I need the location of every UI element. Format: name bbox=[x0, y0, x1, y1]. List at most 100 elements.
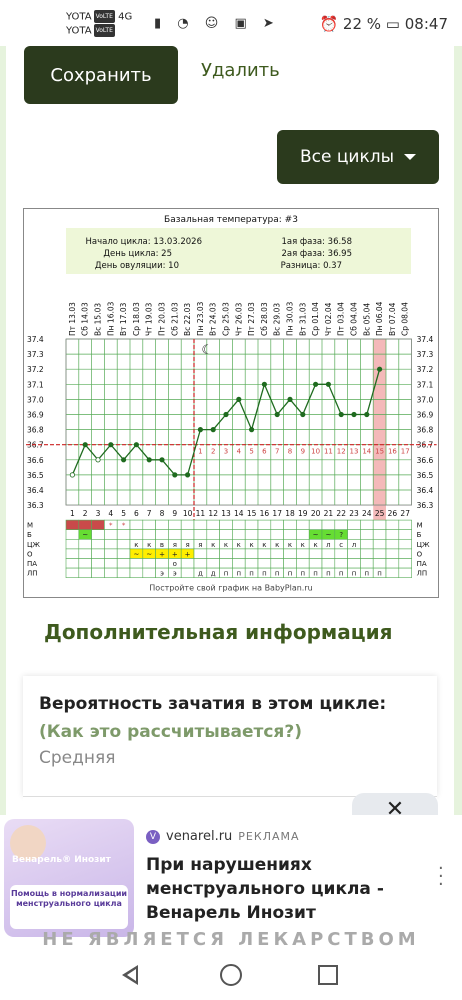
ad-image-brand: Венарель® Инозит bbox=[12, 855, 111, 865]
all-cycles-label: Все циклы bbox=[299, 147, 395, 167]
recent-apps-icon[interactable] bbox=[318, 965, 338, 985]
date-label: Сб 04.04 bbox=[350, 302, 359, 336]
ad-tag: РЕКЛАМА bbox=[238, 830, 300, 843]
table-cell bbox=[206, 548, 220, 559]
table-cell-value: к bbox=[262, 541, 266, 549]
table-cell bbox=[219, 519, 233, 531]
table-cell bbox=[219, 558, 233, 569]
volte-badge: VoLTE bbox=[93, 10, 115, 23]
table-cell bbox=[372, 529, 387, 540]
table-cell bbox=[180, 558, 195, 569]
table-cell bbox=[270, 558, 284, 569]
table-cell bbox=[372, 548, 387, 559]
day-number: 11 bbox=[196, 509, 206, 518]
table-cell bbox=[360, 558, 374, 569]
row-label-right: ЛП bbox=[417, 570, 428, 578]
table-cell-value: п bbox=[224, 570, 229, 578]
luteal-day-number: 13 bbox=[350, 448, 359, 456]
ad-headline[interactable]: При нарушениях менструального цикла - Ве… bbox=[146, 853, 416, 925]
ad-banner[interactable]: Венарель® Инозит Помощь в нормализации м… bbox=[0, 815, 462, 952]
table-cell-value: п bbox=[288, 570, 293, 578]
more-options-icon[interactable]: · · · bbox=[438, 860, 444, 894]
alarm-icon: ⏰ bbox=[319, 15, 339, 33]
temperature-point bbox=[312, 381, 319, 387]
delete-button[interactable]: Удалить bbox=[201, 60, 280, 81]
day-number: 4 bbox=[108, 509, 113, 518]
luteal-day-number: 15 bbox=[375, 448, 384, 456]
luteal-day-number: 8 bbox=[288, 448, 292, 456]
table-cell bbox=[360, 548, 374, 559]
row-label-right: О bbox=[417, 550, 423, 558]
day-number: 23 bbox=[349, 509, 359, 518]
table-cell bbox=[78, 519, 92, 531]
table-cell-value: * bbox=[109, 522, 113, 530]
status-bar: YOTA VoLTE 4G YOTA VoLTE ▮ ◔ ☺ ▣ ➤ ⏰ 22 % … bbox=[0, 0, 462, 46]
y-tick-left: 37.1 bbox=[27, 380, 44, 389]
network-type: 4G bbox=[118, 11, 133, 23]
day-number: 14 bbox=[234, 509, 244, 518]
temperature-point bbox=[172, 472, 178, 478]
home-icon[interactable] bbox=[220, 964, 242, 986]
date-label: Пн 23.03 bbox=[196, 301, 205, 336]
table-cell bbox=[91, 567, 105, 579]
day-number: 25 bbox=[375, 509, 385, 518]
temp-difference: Разница: 0.37 bbox=[281, 261, 342, 271]
save-button[interactable]: Сохранить bbox=[24, 46, 178, 104]
date-label: Ср 18.03 bbox=[132, 302, 141, 336]
table-cell bbox=[180, 519, 195, 531]
day-number: 24 bbox=[362, 509, 372, 518]
table-cell bbox=[398, 538, 412, 550]
temperature-line bbox=[71, 369, 381, 476]
date-label: Вт 24.03 bbox=[209, 302, 218, 336]
system-nav-bar bbox=[0, 952, 462, 1000]
table-cell bbox=[91, 548, 105, 559]
luteal-day-number: 10 bbox=[311, 448, 320, 456]
table-cell bbox=[398, 529, 412, 540]
ad-image[interactable]: Венарель® Инозит Помощь в нормализации м… bbox=[4, 819, 134, 937]
table-cell-value: ? bbox=[339, 531, 343, 539]
table-cell bbox=[206, 558, 220, 569]
table-cell-value: я bbox=[198, 541, 202, 549]
y-tick-left: 37.4 bbox=[27, 335, 44, 344]
luteal-day-number: 16 bbox=[388, 448, 397, 456]
y-tick-right: 36.4 bbox=[417, 486, 434, 495]
temperature-point bbox=[261, 381, 267, 387]
temperature-point bbox=[236, 396, 242, 402]
temperature-point bbox=[82, 442, 88, 448]
table-cell bbox=[193, 529, 208, 540]
day-number: 1 bbox=[70, 509, 75, 518]
table-cell-value: к bbox=[134, 541, 138, 549]
temperature-point bbox=[249, 427, 255, 433]
table-cell bbox=[321, 519, 336, 531]
table-cell bbox=[321, 558, 336, 569]
table-cell bbox=[244, 529, 259, 540]
luteal-day-number: 17 bbox=[401, 448, 410, 456]
table-cell bbox=[78, 548, 92, 559]
table-cell bbox=[142, 519, 156, 531]
clock: 08:47 bbox=[404, 15, 448, 33]
temperature-point bbox=[108, 442, 114, 448]
date-label: Вт 17.03 bbox=[119, 302, 128, 336]
day-number: 17 bbox=[272, 509, 282, 518]
conception-question: Вероятность зачатия в этом цикле: (Как э… bbox=[39, 690, 419, 746]
temperature-point bbox=[338, 411, 344, 418]
table-cell bbox=[283, 558, 297, 569]
date-label: Вс 05.04 bbox=[362, 303, 371, 336]
table-cell bbox=[65, 567, 80, 579]
day-number: 6 bbox=[134, 509, 139, 518]
row-label-left: О bbox=[27, 550, 33, 558]
table-cell bbox=[65, 538, 80, 550]
table-cell bbox=[65, 519, 80, 531]
y-tick-left: 37.3 bbox=[27, 350, 44, 359]
temperature-point bbox=[325, 381, 331, 387]
table-cell-value: д bbox=[211, 570, 216, 578]
y-tick-right: 36.9 bbox=[417, 411, 434, 420]
day-number: 12 bbox=[208, 509, 218, 518]
all-cycles-dropdown[interactable]: Все циклы bbox=[277, 130, 439, 184]
temperature-point bbox=[351, 411, 357, 418]
day-number: 15 bbox=[247, 509, 257, 518]
how-calculated-link[interactable]: (Как это рассчитывается?) bbox=[39, 722, 302, 742]
row-label-left: Б bbox=[27, 531, 32, 539]
day-number: 13 bbox=[221, 509, 231, 518]
table-cell bbox=[334, 548, 348, 559]
